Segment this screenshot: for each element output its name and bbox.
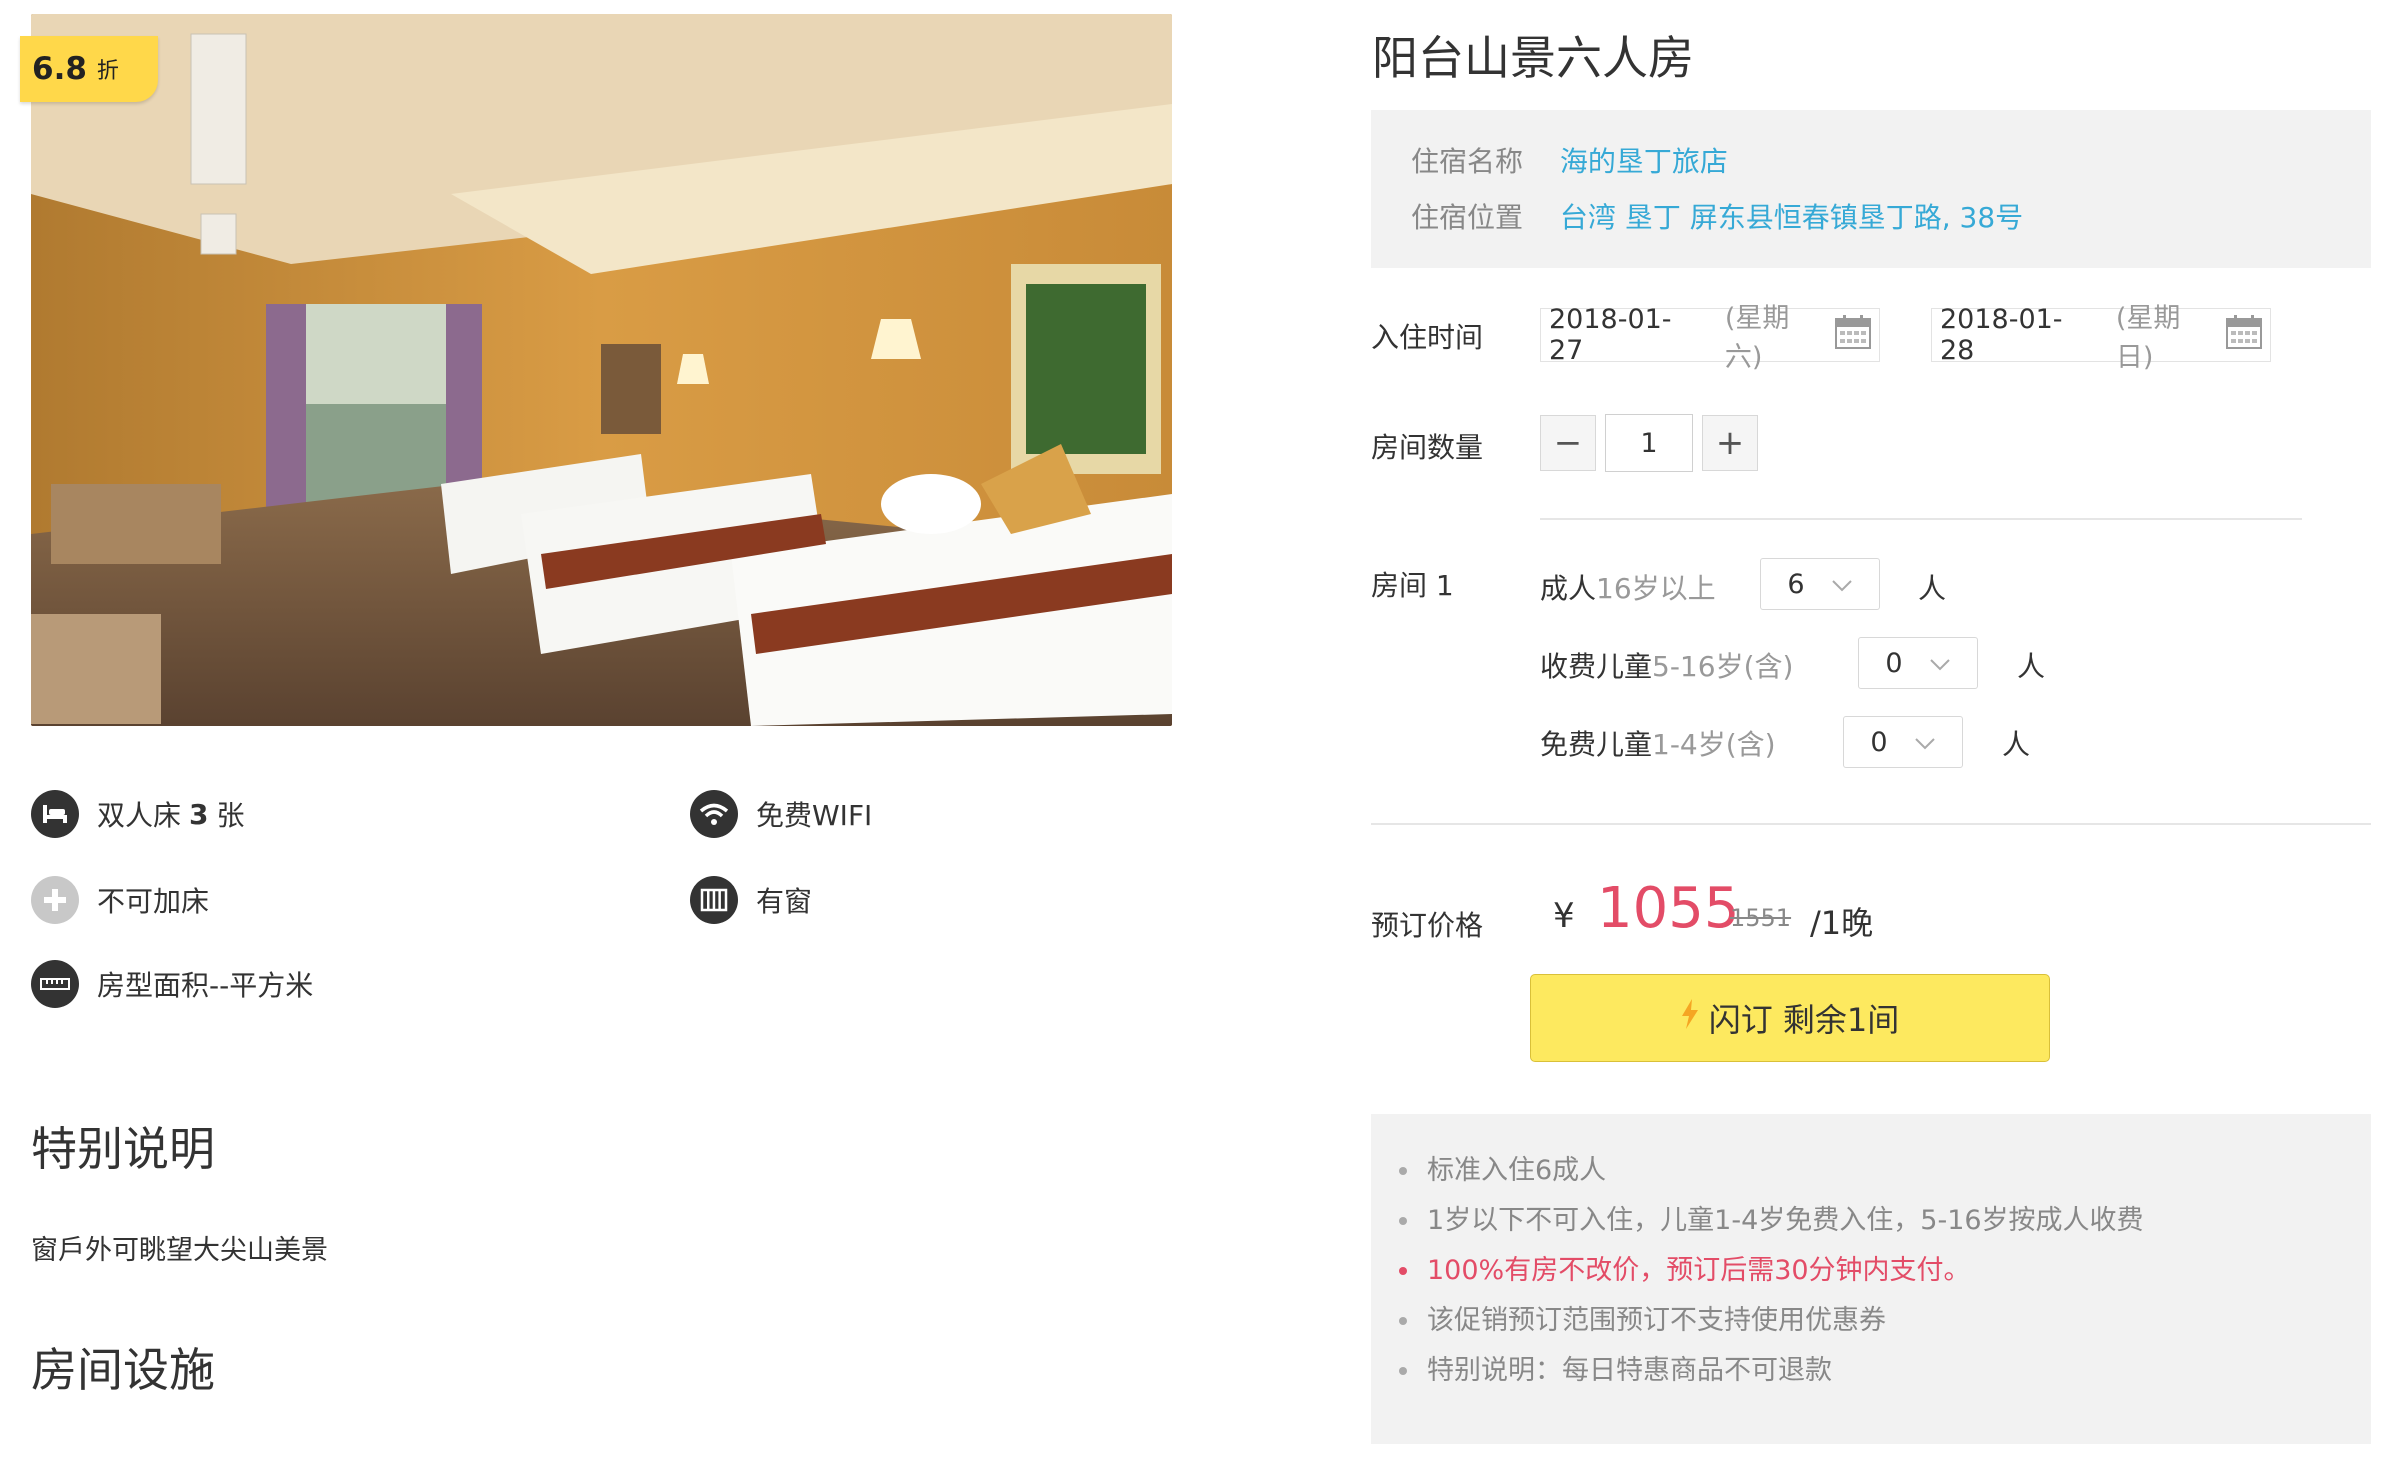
adults-select[interactable]: 6: [1760, 558, 1880, 610]
select-value: 0: [1870, 726, 1888, 758]
plus-icon: [31, 876, 79, 924]
bullet-icon: [1399, 1367, 1407, 1375]
checkout-date-field[interactable]: 2018-01-28 (星期日): [1931, 303, 2271, 373]
checkout-weekday: (星期日): [2115, 303, 2181, 373]
chevron-down-icon: [1831, 569, 1853, 600]
divider: [1371, 823, 2371, 825]
feature-label: 房型面积--平方米: [97, 969, 314, 1002]
calendar-icon[interactable]: [1835, 314, 1871, 356]
hotel-name-label: 住宿名称: [1411, 145, 1524, 178]
bullet-icon: [1399, 1317, 1407, 1325]
calendar-icon[interactable]: [2226, 314, 2262, 356]
paid-children-unit: 人: [2017, 650, 2046, 683]
note-text: 该促销预订范围预订不支持使用优惠券: [1427, 1305, 1886, 1336]
free-children-select[interactable]: 0: [1843, 716, 1963, 768]
lightning-icon: [1681, 999, 1709, 1037]
chevron-down-icon: [1914, 727, 1936, 758]
room-1-label: 房间 1: [1371, 569, 1454, 602]
hotel-location-label: 住宿位置: [1411, 201, 1524, 234]
free-children-label: 免费儿童1-4岁(含): [1540, 723, 1776, 763]
facilities-title: 房间设施: [31, 1343, 215, 1397]
flash-book-label: 闪订 剩余1间: [1708, 1001, 1900, 1039]
discount-value: 6.8: [32, 51, 87, 87]
discount-unit: 折: [96, 59, 119, 84]
adults-unit: 人: [1918, 572, 1947, 605]
room-photo: [31, 14, 1172, 726]
hotel-location-row: 住宿位置 台湾 垦丁 屏东县恒春镇垦丁路, 38号: [1411, 196, 2023, 236]
guest-age: 1-4岁(含): [1652, 728, 1776, 761]
feature-window: 有窗: [690, 876, 812, 924]
feature-wifi: 免费WIFI: [690, 790, 872, 838]
note-item: 1岁以下不可入住，儿童1-4岁免费入住，5-16岁按成人收费: [1399, 1196, 2144, 1246]
room-photo-image: [31, 14, 1172, 726]
current-price: 1055: [1597, 876, 1740, 941]
select-value: 0: [1885, 647, 1903, 679]
flash-book-button[interactable]: 闪订 剩余1间: [1530, 974, 2050, 1062]
feature-count: 3: [189, 797, 209, 831]
note-text: 1岁以下不可入住，儿童1-4岁免费入住，5-16岁按成人收费: [1427, 1205, 2144, 1236]
feature-beds: 双人床 3 张: [31, 790, 245, 838]
feature-label: 有窗: [756, 885, 813, 918]
checkin-weekday: (星期六): [1724, 303, 1790, 373]
paid-children-select[interactable]: 0: [1858, 637, 1978, 689]
feature-label: 不可加床: [97, 885, 210, 918]
note-item-alert: 100%有房不改价，预订后需30分钟内支付。: [1399, 1246, 2144, 1296]
rooms-quantity-input[interactable]: 1: [1605, 414, 1693, 472]
note-item: 该促销预订范围预订不支持使用优惠券: [1399, 1296, 2144, 1346]
rooms-increment-button[interactable]: +: [1702, 415, 1758, 471]
feature-suffix: 张: [216, 799, 245, 832]
bullet-icon: [1399, 1267, 1407, 1275]
chevron-down-icon: [1929, 648, 1951, 679]
rooms-decrement-button[interactable]: −: [1540, 415, 1596, 471]
checkout-date: 2018-01-28: [1940, 304, 2063, 366]
price-label: 预订价格: [1371, 909, 1484, 942]
currency-symbol: ¥: [1553, 896, 1575, 936]
guest-age: 16岁以上: [1596, 572, 1716, 605]
bed-icon: [31, 790, 79, 838]
guest-type: 免费儿童: [1540, 728, 1653, 761]
guest-type: 收费儿童: [1540, 650, 1653, 683]
divider: [1540, 518, 2302, 520]
bullet-icon: [1399, 1167, 1407, 1175]
free-children-unit: 人: [2002, 728, 2031, 761]
hotel-info-box: 住宿名称 海的垦丁旅店 住宿位置 台湾 垦丁 屏东县恒春镇垦丁路, 38号: [1371, 110, 2371, 268]
note-text: 100%有房不改价，预订后需30分钟内支付。: [1427, 1255, 1971, 1286]
hotel-name-link[interactable]: 海的垦丁旅店: [1560, 145, 1728, 178]
note-item: 标准入住6成人: [1399, 1146, 2144, 1196]
hotel-name-row: 住宿名称 海的垦丁旅店: [1411, 140, 1728, 180]
booking-notes-list: 标准入住6成人 1岁以下不可入住，儿童1-4岁免费入住，5-16岁按成人收费 1…: [1399, 1146, 2144, 1396]
checkin-date-field[interactable]: 2018-01-27 (星期六): [1540, 303, 1880, 373]
select-value: 6: [1787, 568, 1805, 600]
rooms-label: 房间数量: [1371, 431, 1484, 464]
checkin-date: 2018-01-27: [1549, 304, 1672, 366]
wifi-icon: [690, 790, 738, 838]
adults-label: 成人16岁以上: [1540, 567, 1716, 607]
note-text: 标准入住6成人: [1427, 1155, 1607, 1186]
hotel-location-link[interactable]: 台湾 垦丁 屏东县恒春镇垦丁路, 38号: [1560, 201, 2023, 234]
window-icon: [690, 876, 738, 924]
guest-type: 成人: [1540, 572, 1597, 605]
booking-notes-box: 标准入住6成人 1岁以下不可入住，儿童1-4岁免费入住，5-16岁按成人收费 1…: [1371, 1114, 2371, 1444]
original-price: 1551: [1730, 904, 1792, 932]
feature-area: 房型面积--平方米: [31, 960, 313, 1008]
feature-extra-bed: 不可加床: [31, 876, 209, 924]
ruler-icon: [31, 960, 79, 1008]
room-title: 阳台山景六人房: [1372, 31, 1694, 85]
checkin-label: 入住时间: [1371, 321, 1484, 354]
bullet-icon: [1399, 1217, 1407, 1225]
note-text: 特别说明：每日特惠商品不可退款: [1427, 1355, 1832, 1386]
feature-label: 免费WIFI: [756, 799, 873, 832]
guest-age: 5-16岁(含): [1652, 650, 1794, 683]
price-per-night: /1晚: [1810, 904, 1874, 942]
feature-label: 双人床: [97, 799, 182, 832]
note-item: 特别说明：每日特惠商品不可退款: [1399, 1346, 2144, 1396]
special-text: 窗戶外可眺望大尖山美景: [31, 1235, 328, 1266]
special-title: 特别说明: [31, 1122, 215, 1176]
discount-badge: 6.8 折: [20, 36, 158, 102]
paid-children-label: 收费儿童5-16岁(含): [1540, 645, 1793, 685]
